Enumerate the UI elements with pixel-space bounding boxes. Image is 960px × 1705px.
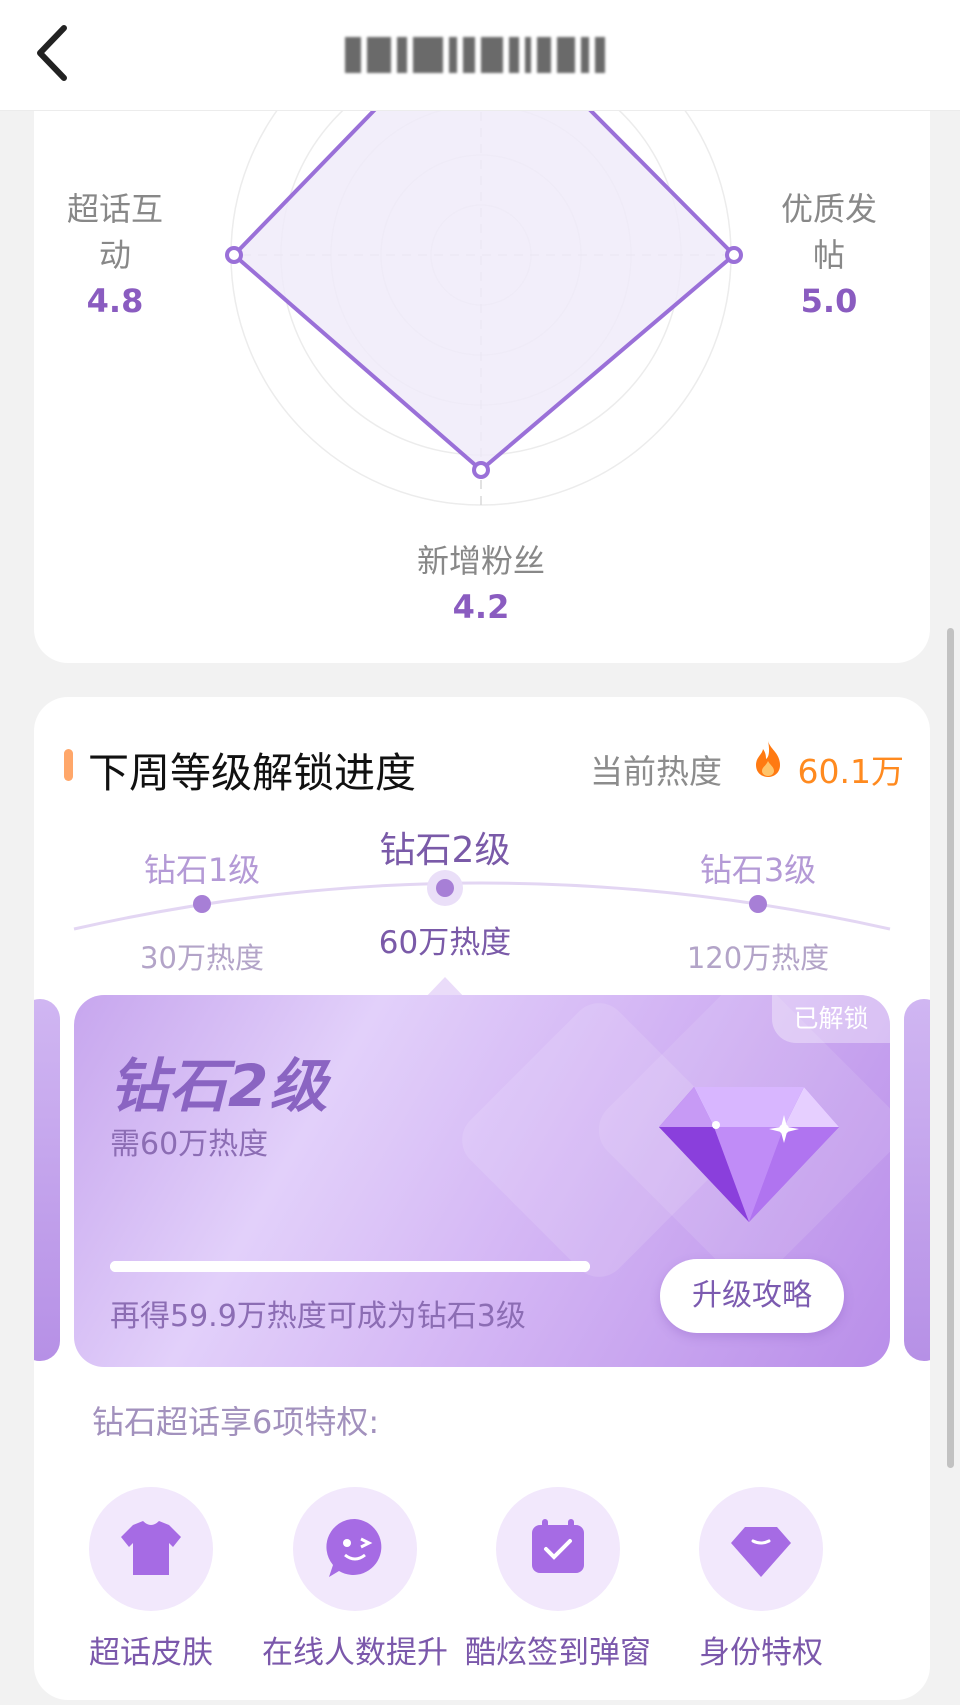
radar-point-interaction bbox=[225, 246, 243, 264]
chat-face-icon bbox=[293, 1487, 417, 1611]
ability-radar-card: 超话互 动 4.8 优质发 帖 5.0 新增粉丝 4.2 bbox=[34, 60, 930, 663]
level-unlock-card: 下周等级解锁进度 当前热度 60.1万 钻石1级 30万热度 钻石2级 60万热… bbox=[34, 697, 930, 1700]
radar-axis-value: 5.0 bbox=[800, 282, 858, 320]
radar-point-posting bbox=[725, 246, 743, 264]
level-heat: 120万热度 bbox=[686, 941, 830, 975]
privilege-label: 身份特权 bbox=[699, 1635, 823, 1671]
level-card-title: 钻石2级 bbox=[110, 1052, 329, 1120]
back-button[interactable] bbox=[30, 22, 80, 84]
diamond-icon bbox=[699, 1487, 823, 1611]
privileges-title: 钻石超话享6项特权: bbox=[92, 1403, 380, 1441]
level-heat: 30万热度 bbox=[140, 941, 264, 975]
radar-axis-name: 新增粉丝 bbox=[416, 542, 545, 580]
level-item-1[interactable]: 钻石1级 30万热度 bbox=[92, 845, 312, 977]
level-item-2[interactable]: 钻石2级 60万热度 bbox=[335, 821, 555, 962]
level-detail-card: 已解锁 钻石2级 需60万热度 再得59.9万热度可成为钻石3级 升级攻略 bbox=[74, 995, 890, 1367]
level-card-requirement: 需60万热度 bbox=[110, 1127, 269, 1162]
level-progress-tip: 再得59.9万热度可成为钻石3级 bbox=[110, 1299, 526, 1334]
privilege-item-checkin[interactable]: 酷炫签到弹窗 bbox=[453, 1487, 663, 1672]
radar-axis-value: 4.2 bbox=[452, 588, 510, 626]
level-name: 钻石2级 bbox=[379, 830, 511, 871]
privilege-item-identity[interactable]: 身份特权 bbox=[656, 1487, 866, 1672]
scrollbar[interactable] bbox=[947, 628, 954, 1468]
privilege-item-skin[interactable]: 超话皮肤 bbox=[46, 1487, 256, 1672]
privilege-label: 酷炫签到弹窗 bbox=[465, 1635, 651, 1671]
radar-label-fans: 新增粉丝 4.2 bbox=[381, 538, 581, 630]
tshirt-icon bbox=[89, 1487, 213, 1611]
chevron-left-icon bbox=[37, 25, 67, 81]
radar-label-posting: 优质发 帖 5.0 bbox=[774, 186, 884, 324]
prev-level-card[interactable] bbox=[34, 999, 60, 1361]
calendar-check-icon bbox=[496, 1487, 620, 1611]
next-level-card[interactable] bbox=[904, 999, 930, 1361]
radar-label-interaction: 超话互 动 4.8 bbox=[60, 186, 170, 324]
level-progress-fill bbox=[110, 1261, 590, 1272]
upgrade-guide-button[interactable]: 升级攻略 bbox=[660, 1259, 844, 1333]
radar-axis-name: 优质发 帖 bbox=[780, 190, 877, 274]
top-bar bbox=[0, 0, 960, 111]
diamond-gem-icon bbox=[659, 1087, 839, 1222]
radar-axis-name: 超话互 动 bbox=[66, 190, 163, 274]
radar-point-fans bbox=[472, 461, 490, 479]
privilege-label: 超话皮肤 bbox=[89, 1635, 213, 1671]
page-title-blurred bbox=[345, 34, 615, 76]
level-progress-bar bbox=[110, 1261, 590, 1272]
privilege-label: 在线人数提升 bbox=[262, 1635, 448, 1671]
level-heat: 60万热度 bbox=[378, 925, 512, 961]
level-item-3[interactable]: 钻石3级 120万热度 bbox=[648, 845, 868, 977]
level-name: 钻石1级 bbox=[143, 851, 261, 889]
privilege-item-online[interactable]: 在线人数提升 bbox=[250, 1487, 460, 1672]
level-name: 钻石3级 bbox=[699, 851, 817, 889]
unlocked-badge: 已解锁 bbox=[772, 995, 890, 1043]
radar-axis-value: 4.8 bbox=[86, 282, 144, 320]
radar-area bbox=[232, 60, 736, 472]
